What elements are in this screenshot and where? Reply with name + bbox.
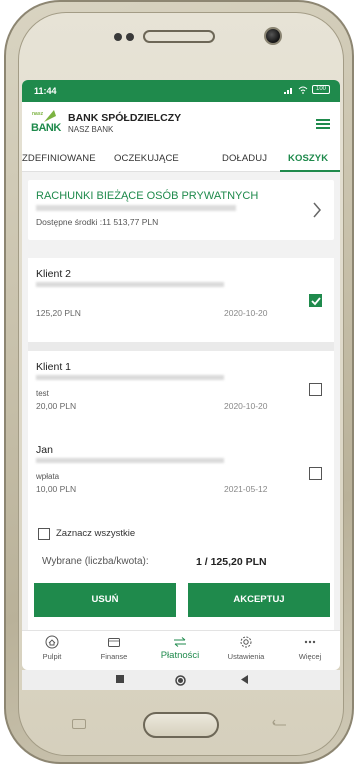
back-triangle-icon[interactable]	[240, 675, 249, 684]
nav-label: Płatności	[160, 650, 200, 661]
logo-bank-text: BANK	[31, 122, 61, 134]
hardware-recent-icon	[72, 719, 86, 729]
gear-icon	[240, 636, 252, 648]
select-all-checkbox[interactable]	[38, 528, 50, 540]
transfer-arrows-icon	[174, 637, 186, 647]
nav-label: Więcej	[298, 652, 322, 661]
status-time: 11:44	[34, 86, 57, 96]
nav-pulpit[interactable]: Pulpit	[22, 635, 82, 661]
item-checkbox[interactable]	[309, 467, 322, 480]
nav-finanse[interactable]: Finanse	[84, 635, 144, 661]
account-title: RACHUNKI BIEŻĄCE OSÓB PRYWATNYCH	[36, 190, 259, 202]
item-recipient: Klient 2	[36, 268, 72, 280]
logo-small-text: nasz	[32, 111, 44, 117]
hardware-home-button[interactable]	[143, 712, 219, 738]
item-account-blurred	[36, 458, 224, 463]
chevron-right-icon	[313, 202, 321, 218]
wifi-icon	[298, 86, 308, 94]
delete-button[interactable]: USUŃ	[34, 583, 176, 617]
status-bar: 11:44 100	[22, 80, 340, 102]
wallet-icon	[108, 638, 120, 647]
item-amount: 10,00 PLN	[36, 484, 77, 494]
item-date: 2020-10-20	[224, 308, 268, 318]
home-icon	[45, 635, 59, 649]
nav-ustawienia[interactable]: Ustawienia	[216, 635, 276, 661]
bank-subtitle: NASZ BANK	[68, 125, 114, 134]
bank-name: BANK SPÓŁDZIELCZY	[68, 112, 182, 124]
select-all-label[interactable]: Zaznacz wszystkie	[56, 528, 135, 539]
list-item[interactable]: Klient 2 125,20 PLN 2020-10-20	[28, 258, 334, 342]
checkmark-icon	[311, 297, 321, 306]
payment-tabs: ZDEFINIOWANE OCZEKUJĄCE DOŁADUJ KOSZYK	[22, 144, 340, 172]
bottom-navigation: Pulpit Finanse Płatności Ustawienia Więc…	[22, 630, 340, 670]
home-circle-icon[interactable]	[175, 675, 186, 686]
app-header: nasz BANK BANK SPÓŁDZIELCZY NASZ BANK	[22, 102, 340, 144]
account-number-blurred	[36, 205, 236, 211]
list-item[interactable]: Jan wpłata 10,00 PLN 2021-05-12	[28, 434, 334, 518]
item-recipient: Jan	[36, 444, 53, 456]
basket-actions: Zaznacz wszystkie Wybrane (liczba/kwota)…	[28, 518, 334, 630]
signal-icon	[284, 87, 292, 94]
item-checkbox[interactable]	[309, 294, 322, 307]
hardware-back-icon	[272, 719, 286, 726]
item-amount: 20,00 PLN	[36, 401, 77, 411]
active-tab-indicator	[280, 170, 340, 172]
more-dots-icon	[304, 640, 316, 644]
nav-wiecej[interactable]: Więcej	[280, 635, 340, 661]
light-sensor	[126, 33, 134, 41]
battery-icon: 100	[312, 85, 330, 94]
item-date: 2021-05-12	[224, 484, 268, 494]
selection-summary-label: Wybrane (liczba/kwota):	[42, 556, 149, 567]
tab-zdefiniowane[interactable]: ZDEFINIOWANE	[22, 153, 96, 164]
tab-doladuj[interactable]: DOŁADUJ	[222, 153, 267, 164]
basket-list: Klient 2 125,20 PLN 2020-10-20 Klient 1 …	[28, 258, 334, 528]
account-selector[interactable]: RACHUNKI BIEŻĄCE OSÓB PRYWATNYCH Dostępn…	[28, 180, 334, 240]
item-title: test	[36, 389, 49, 398]
tab-oczekujace[interactable]: OCZEKUJĄCE	[114, 153, 179, 164]
hamburger-menu-icon[interactable]	[316, 119, 330, 129]
accept-button[interactable]: AKCEPTUJ	[188, 583, 330, 617]
phone-screen: 11:44 100 nasz BANK BANK SPÓŁDZIELCZY NA…	[22, 80, 340, 670]
item-date: 2020-10-20	[224, 401, 268, 411]
status-icons: 100	[284, 85, 330, 94]
nav-label: Ustawienia	[227, 652, 265, 661]
list-item[interactable]: Klient 1 test 20,00 PLN 2020-10-20	[28, 351, 334, 435]
tab-koszyk[interactable]: KOSZYK	[288, 153, 328, 164]
proximity-sensor	[114, 33, 122, 41]
item-account-blurred	[36, 375, 224, 380]
nav-label: Finanse	[100, 652, 128, 661]
account-balance: Dostępne środki :11 513,77 PLN	[36, 217, 159, 227]
item-title: wpłata	[36, 472, 60, 481]
nav-label: Pulpit	[42, 652, 62, 661]
item-amount: 125,20 PLN	[36, 308, 81, 318]
nav-platnosci[interactable]: Płatności	[150, 635, 210, 661]
item-account-blurred	[36, 282, 224, 287]
android-navigation-bar	[22, 670, 340, 690]
earpiece-speaker	[143, 30, 215, 43]
item-recipient: Klient 1	[36, 361, 72, 373]
front-camera	[264, 27, 282, 45]
selection-summary-value: 1 / 125,20 PLN	[196, 556, 267, 568]
recent-apps-icon[interactable]	[116, 675, 124, 683]
item-checkbox[interactable]	[309, 383, 322, 396]
